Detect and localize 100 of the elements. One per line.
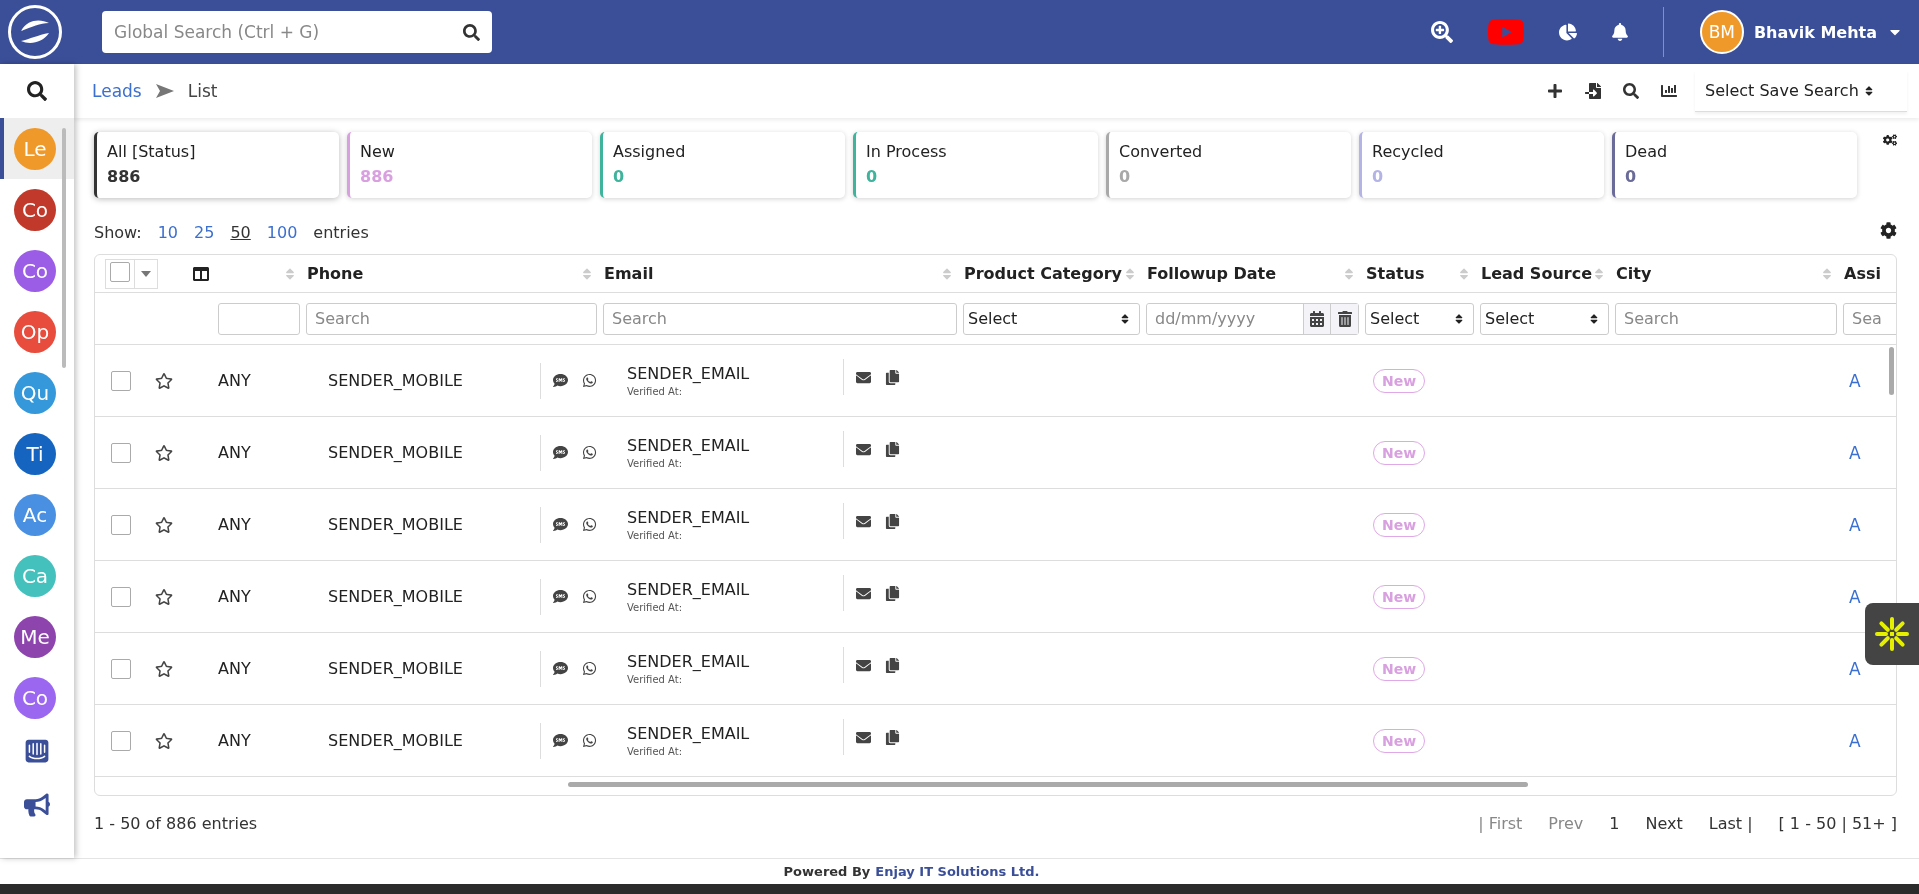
sms-icon[interactable] <box>553 661 568 676</box>
assigned-user-link[interactable]: A <box>1849 730 1861 751</box>
sms-icon[interactable] <box>553 373 568 388</box>
pagination-link[interactable]: 1 <box>1609 813 1620 833</box>
whatsapp-icon[interactable] <box>582 589 597 604</box>
column-header[interactable]: Phone <box>307 264 364 283</box>
status-card[interactable]: Dead 0 <box>1612 132 1857 198</box>
save-search-select[interactable]: Select Save Search <box>1695 70 1907 112</box>
sidebar-item[interactable]: Co <box>0 667 74 728</box>
envelope-icon[interactable] <box>856 585 871 601</box>
copy-icon[interactable] <box>885 729 900 745</box>
select-dropdown[interactable]: Select <box>963 302 1140 335</box>
pagination-link[interactable]: Next <box>1645 813 1683 833</box>
search-field[interactable]: Search <box>1615 302 1837 335</box>
help-widget[interactable] <box>1865 603 1919 665</box>
search-icon[interactable] <box>463 23 480 41</box>
whatsapp-icon[interactable] <box>582 733 597 748</box>
row-checkbox[interactable] <box>111 730 131 751</box>
column-header[interactable]: Lead Source <box>1481 264 1592 283</box>
bell-icon[interactable] <box>1610 23 1629 41</box>
copy-icon[interactable] <box>885 513 900 529</box>
envelope-icon[interactable] <box>856 369 871 385</box>
copy-icon[interactable] <box>885 657 900 673</box>
sidebar-item[interactable]: Op <box>0 301 74 362</box>
pagination-link[interactable]: | First <box>1478 813 1523 833</box>
status-card[interactable]: New 886 <box>347 132 592 198</box>
star-icon[interactable] <box>155 371 173 390</box>
page-size-link[interactable]: 100 <box>266 222 298 242</box>
column-header[interactable]: Email <box>604 264 654 283</box>
column-header[interactable]: City <box>1616 264 1652 283</box>
calendar-icon[interactable] <box>1302 303 1331 334</box>
assigned-user-link[interactable]: A <box>1849 586 1861 607</box>
assigned-user-link[interactable]: A <box>1849 442 1861 463</box>
status-card[interactable]: Converted 0 <box>1106 132 1351 198</box>
row-checkbox[interactable] <box>111 586 131 607</box>
search-field[interactable]: Search <box>603 302 957 335</box>
search-icon[interactable] <box>27 81 47 101</box>
columns-icon[interactable] <box>193 265 209 282</box>
settings-icon[interactable] <box>1880 221 1897 239</box>
status-card[interactable]: In Process 0 <box>853 132 1098 198</box>
sidebar-item[interactable]: Co <box>0 179 74 240</box>
global-search-field[interactable]: Global Search (Ctrl + G) <box>102 11 492 53</box>
page-size-link[interactable]: 50 <box>230 222 251 242</box>
star-icon[interactable] <box>155 587 173 606</box>
sidebar-item[interactable]: Ti <box>0 423 74 484</box>
assigned-user-link[interactable]: A <box>1849 514 1861 535</box>
pagination-link[interactable]: Last | <box>1708 813 1753 833</box>
bar-chart-icon[interactable] <box>1661 83 1677 99</box>
breadcrumb-link[interactable]: Leads <box>92 81 142 101</box>
envelope-icon[interactable] <box>856 729 871 745</box>
megaphone-icon[interactable] <box>24 792 50 818</box>
sms-icon[interactable] <box>553 589 568 604</box>
row-checkbox[interactable] <box>111 658 131 679</box>
assigned-user-link[interactable]: A <box>1849 370 1861 391</box>
sms-icon[interactable] <box>553 517 568 532</box>
column-header[interactable]: Assi <box>1844 264 1881 283</box>
whatsapp-icon[interactable] <box>582 445 597 460</box>
search-icon[interactable] <box>1623 83 1639 99</box>
star-icon[interactable] <box>155 443 173 462</box>
user-name[interactable]: Bhavik Mehta <box>1753 22 1877 42</box>
star-icon[interactable] <box>155 731 173 750</box>
caret-icon[interactable] <box>141 270 151 277</box>
settings-icon[interactable] <box>1883 133 1897 147</box>
add-icon[interactable] <box>1547 83 1563 99</box>
status-card[interactable]: All [Status] 886 <box>94 132 339 198</box>
envelope-icon[interactable] <box>856 441 871 457</box>
column-header[interactable]: Status <box>1366 264 1425 283</box>
chat-icon[interactable] <box>24 738 50 764</box>
whatsapp-icon[interactable] <box>582 661 597 676</box>
copy-icon[interactable] <box>885 369 900 385</box>
import-icon[interactable] <box>1585 83 1601 99</box>
pie-chart-icon[interactable] <box>1558 23 1577 41</box>
page-size-link[interactable]: 25 <box>194 222 215 242</box>
row-checkbox[interactable] <box>111 370 131 391</box>
envelope-icon[interactable] <box>856 657 871 673</box>
sms-icon[interactable] <box>553 733 568 748</box>
logo-icon[interactable] <box>8 5 62 59</box>
select-dropdown[interactable]: Select <box>1480 302 1609 335</box>
copy-icon[interactable] <box>885 585 900 601</box>
copy-icon[interactable] <box>885 441 900 457</box>
whatsapp-icon[interactable] <box>582 517 597 532</box>
status-card[interactable]: Assigned 0 <box>600 132 845 198</box>
trash-icon[interactable] <box>1330 303 1358 334</box>
pagination-link[interactable]: Prev <box>1548 813 1584 833</box>
date-field[interactable]: dd/mm/yyyy <box>1146 302 1359 335</box>
assigned-user-link[interactable]: A <box>1849 658 1861 679</box>
search-field[interactable] <box>218 302 300 335</box>
column-header[interactable]: Followup Date <box>1147 264 1276 283</box>
sms-icon[interactable] <box>553 445 568 460</box>
select-dropdown[interactable]: Select <box>1365 302 1474 335</box>
whatsapp-icon[interactable] <box>582 373 597 388</box>
star-icon[interactable] <box>155 659 173 678</box>
search-field[interactable]: Sea <box>1843 302 1896 335</box>
star-icon[interactable] <box>155 515 173 534</box>
sidebar-item[interactable]: Co <box>0 240 74 301</box>
sidebar-item[interactable]: Me <box>0 606 74 667</box>
envelope-icon[interactable] <box>856 513 871 529</box>
page-size-link[interactable]: 10 <box>157 222 179 242</box>
select-all-checkbox[interactable] <box>105 258 158 289</box>
row-checkbox[interactable] <box>111 442 131 463</box>
